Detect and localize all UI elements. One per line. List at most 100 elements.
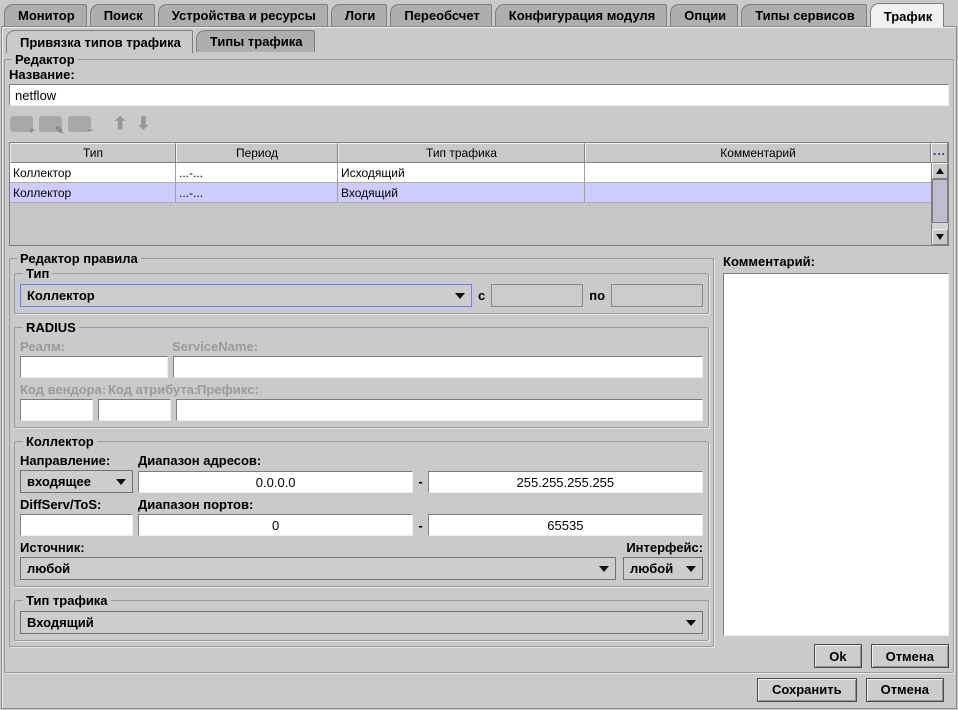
address-from-input[interactable] — [138, 471, 413, 493]
tab-recalculation[interactable]: Переобсчет — [390, 4, 491, 26]
ok-button[interactable]: Ok — [814, 644, 861, 668]
triangle-down-icon — [936, 234, 944, 240]
attribute-code-input[interactable] — [98, 399, 171, 421]
interface-combobox[interactable]: любой — [623, 557, 703, 580]
rules-table-header: Тип Период Тип трафика Комментарий ... — [10, 143, 948, 163]
cell-period: ...-... — [176, 183, 338, 202]
tab-traffic-types[interactable]: Типы трафика — [196, 30, 315, 52]
editor-group: Редактор Название: + ✎ − ⬆ ⬇ — [4, 52, 954, 673]
scroll-track[interactable] — [932, 179, 948, 229]
rule-editor-title: Редактор правила — [17, 251, 141, 266]
tab-monitor[interactable]: Монитор — [4, 4, 87, 26]
direction-label: Направление: — [20, 453, 138, 468]
vendor-code-label: Код вендора: — [20, 382, 99, 397]
servicename-label: ServiceName: — [172, 339, 258, 354]
period-to-label: по — [589, 288, 605, 303]
tab-devices-resources[interactable]: Устройства и ресурсы — [158, 4, 328, 26]
prefix-label: Префикс: — [197, 382, 259, 397]
tab-logs[interactable]: Логи — [331, 4, 387, 26]
radius-group-title: RADIUS — [23, 320, 79, 335]
table-corner-button[interactable]: ... — [931, 143, 948, 163]
column-header-comment[interactable]: Комментарий — [585, 143, 931, 163]
triangle-up-icon — [936, 168, 944, 174]
plus-icon: + — [29, 126, 35, 137]
edit-rule-icon[interactable]: ✎ — [39, 116, 62, 132]
cell-comment — [585, 163, 931, 182]
table-vscrollbar[interactable] — [931, 163, 948, 245]
interface-combobox-value: любой — [630, 561, 673, 576]
traffic-type-group: Тип трафика Входящий — [14, 593, 709, 641]
scroll-up-button[interactable] — [932, 163, 948, 179]
cell-period: ...-... — [176, 163, 338, 182]
rule-editor-group: Редактор правила Тип Коллектор с — [9, 251, 714, 647]
traffic-type-combobox[interactable]: Входящий — [20, 611, 703, 634]
table-row[interactable]: Коллектор ...-... Исходящий — [10, 163, 931, 183]
scroll-down-button[interactable] — [932, 229, 948, 245]
rule-cancel-button[interactable]: Отмена — [871, 644, 949, 668]
source-combobox[interactable]: любой — [20, 557, 616, 580]
tab-module-config[interactable]: Конфигурация модуля — [495, 4, 667, 26]
column-header-traffic-type[interactable]: Тип трафика — [338, 143, 585, 163]
collector-group-title: Коллектор — [23, 434, 97, 449]
vendor-code-input[interactable] — [20, 399, 93, 421]
cell-comment — [585, 183, 931, 202]
type-group-title: Тип — [23, 266, 52, 281]
address-to-input[interactable] — [428, 471, 703, 493]
address-range-dash: - — [418, 474, 422, 489]
collector-group: Коллектор Направление: Диапазон адресов:… — [14, 434, 709, 587]
servicename-input[interactable] — [173, 356, 703, 378]
chevron-down-icon — [686, 566, 696, 572]
tab-service-types[interactable]: Типы сервисов — [741, 4, 867, 26]
rules-table: Тип Период Тип трафика Комментарий ... К… — [9, 142, 949, 246]
scroll-thumb[interactable] — [932, 179, 948, 223]
port-to-input[interactable] — [428, 514, 703, 536]
prefix-input[interactable] — [176, 399, 703, 421]
comment-textarea[interactable] — [723, 273, 949, 636]
add-rule-icon[interactable]: + — [10, 116, 33, 132]
type-combobox-value: Коллектор — [27, 288, 95, 303]
traffic-binding-content: Редактор Название: + ✎ − ⬆ ⬇ — [4, 52, 954, 706]
type-combobox[interactable]: Коллектор — [20, 284, 472, 307]
cell-traffic-type: Исходящий — [338, 163, 585, 182]
editor-group-title: Редактор — [12, 52, 78, 67]
rules-table-body: Коллектор ...-... Исходящий Коллектор ..… — [10, 163, 948, 245]
rule-editor-row: Редактор правила Тип Коллектор с — [9, 251, 949, 668]
diffserv-input[interactable] — [20, 514, 133, 536]
move-down-icon[interactable]: ⬇ — [136, 114, 150, 134]
chevron-down-icon — [116, 479, 126, 485]
footer-bar: Сохранить Отмена — [4, 673, 954, 706]
radius-group: RADIUS Реалм: ServiceName: Код вендора: — [14, 320, 709, 428]
port-range-label: Диапазон портов: — [138, 497, 253, 512]
period-from-input[interactable] — [491, 284, 583, 307]
period-to-input[interactable] — [611, 284, 703, 307]
comment-column: Комментарий: Ok Отмена — [723, 251, 949, 668]
traffic-tab-pane: Привязка типов трафика Типы трафика Реда… — [1, 26, 957, 709]
diffserv-label: DiffServ/ToS: — [20, 497, 138, 512]
name-input[interactable] — [9, 84, 949, 106]
column-header-period[interactable]: Период — [176, 143, 338, 163]
direction-combobox[interactable]: входящее — [20, 470, 133, 493]
realm-input[interactable] — [20, 356, 168, 378]
sub-tab-bar: Привязка типов трафика Типы трафика — [2, 27, 956, 52]
save-button[interactable]: Сохранить — [757, 678, 857, 702]
type-group: Тип Коллектор с по — [14, 266, 709, 314]
tab-options[interactable]: Опции — [670, 4, 738, 26]
traffic-type-combobox-value: Входящий — [27, 615, 94, 630]
cancel-button[interactable]: Отмена — [866, 678, 944, 702]
minus-icon: − — [87, 126, 93, 137]
cell-traffic-type: Входящий — [338, 183, 585, 202]
name-label: Название: — [9, 67, 949, 82]
rule-buttons: Ok Отмена — [723, 644, 949, 668]
column-header-type[interactable]: Тип — [10, 143, 176, 163]
remove-rule-icon[interactable]: − — [68, 116, 91, 132]
tab-search[interactable]: Поиск — [90, 4, 155, 26]
direction-combobox-value: входящее — [27, 474, 91, 489]
traffic-type-group-title: Тип трафика — [23, 593, 111, 608]
port-from-input[interactable] — [138, 514, 413, 536]
table-row-selected[interactable]: Коллектор ...-... Входящий — [10, 183, 931, 203]
tab-traffic-binding[interactable]: Привязка типов трафика — [6, 30, 193, 53]
chevron-down-icon — [455, 293, 465, 299]
move-up-icon[interactable]: ⬆ — [113, 114, 127, 134]
tab-traffic[interactable]: Трафик — [870, 3, 945, 27]
interface-label: Интерфейс: — [626, 540, 703, 555]
